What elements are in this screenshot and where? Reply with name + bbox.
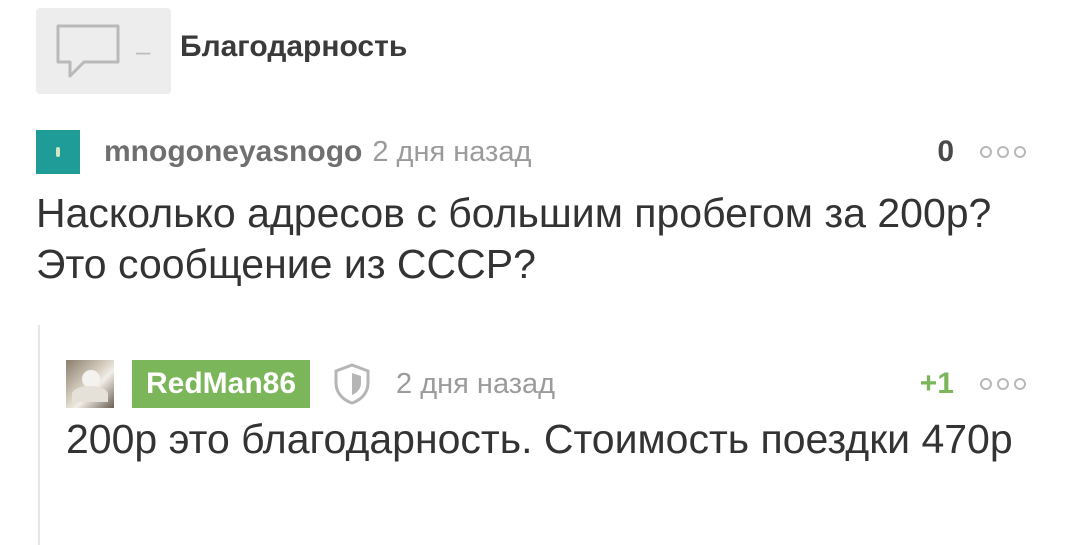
comment-time[interactable]: 2 дня назад: [372, 136, 531, 169]
comment-text: Насколько адресов с большим пробегом за …: [36, 190, 992, 287]
comments-count-box[interactable]: –: [36, 8, 171, 94]
comment-text: 200р это благодарность. Стоимость поездк…: [66, 416, 1013, 462]
comment-rating: +1: [919, 367, 954, 400]
thread-line[interactable]: [38, 325, 40, 545]
comment-bubble-icon: [56, 24, 120, 78]
avatar[interactable]: [36, 130, 80, 174]
shield-icon: [332, 362, 372, 406]
comment-meta: mnogoneyasnogo 2 дня назад 0: [36, 128, 1026, 176]
comment-time[interactable]: 2 дня назад: [396, 368, 555, 401]
post-title[interactable]: Благодарность: [180, 30, 407, 64]
comments-count-dash: –: [136, 35, 151, 66]
comment-author[interactable]: mnogoneyasnogo: [104, 135, 362, 169]
post-header: –: [36, 8, 171, 94]
comment: mnogoneyasnogo 2 дня назад 0 Насколько а…: [36, 128, 1026, 290]
comment-rating: 0: [937, 135, 954, 168]
avatar[interactable]: [66, 360, 114, 408]
more-options-icon[interactable]: [980, 360, 1026, 408]
more-options-icon[interactable]: [980, 128, 1026, 176]
comment-reply: RedMan86 2 дня назад +1 200р это благода…: [66, 360, 1026, 465]
comment-author-badge[interactable]: RedMan86: [132, 360, 311, 408]
comment-meta: RedMan86 2 дня назад +1: [66, 360, 1026, 408]
